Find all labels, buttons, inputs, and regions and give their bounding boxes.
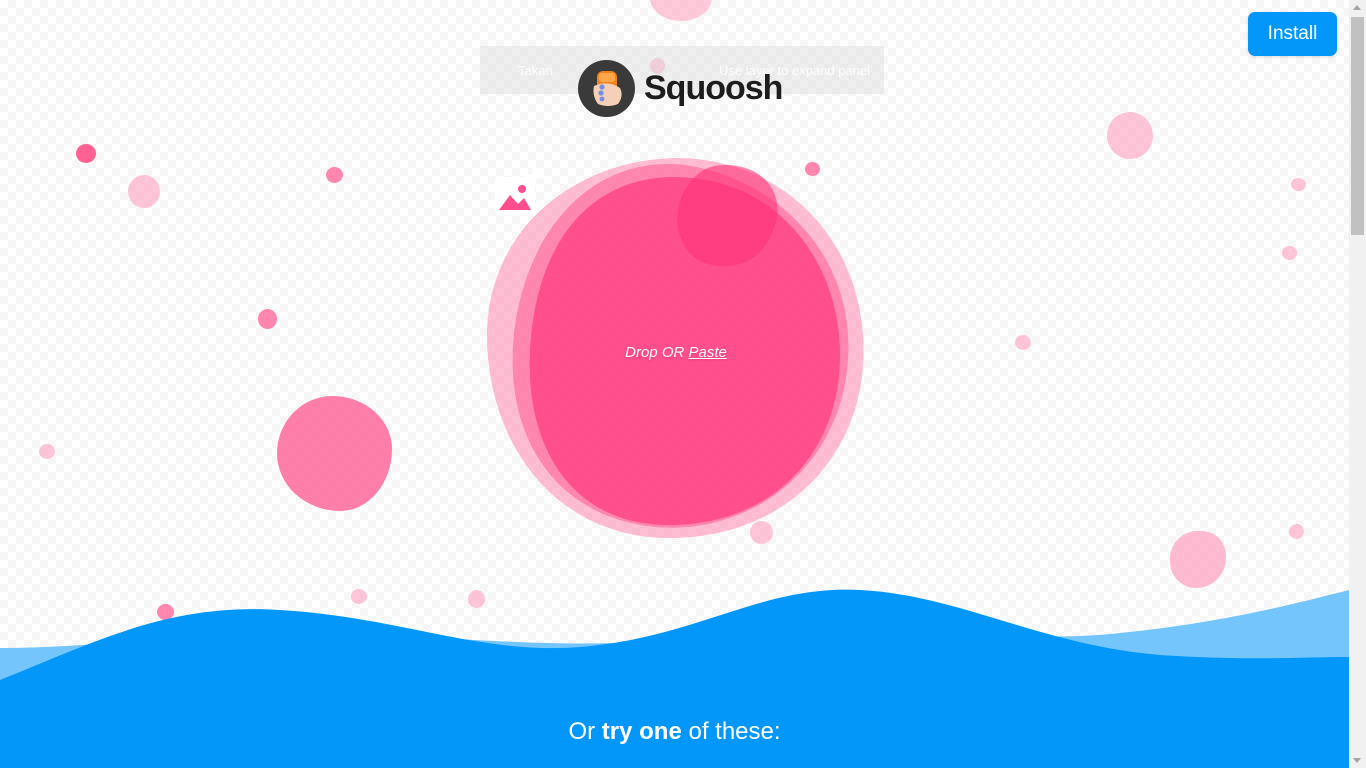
install-button[interactable]: Install bbox=[1248, 12, 1337, 56]
add-image-icon bbox=[495, 167, 544, 215]
decor-blob bbox=[258, 309, 277, 329]
decor-blob bbox=[1015, 335, 1031, 350]
scroll-down-arrow-icon[interactable] bbox=[1353, 758, 1361, 763]
page: Takan Use layer to expand panel Squoosh … bbox=[0, 0, 1349, 768]
decor-blob bbox=[326, 167, 343, 183]
heading-suffix: of these: bbox=[688, 718, 781, 745]
drop-zone[interactable]: Drop OR Paste bbox=[485, 155, 867, 540]
drop-label: Drop OR bbox=[625, 344, 685, 361]
decor-blob bbox=[1289, 524, 1304, 539]
decor-blob bbox=[1282, 246, 1297, 260]
paste-link[interactable]: Paste bbox=[689, 344, 727, 361]
squoosh-logo-icon bbox=[578, 60, 635, 117]
scrollbar-thumb[interactable] bbox=[1351, 17, 1364, 235]
drop-instructions: Drop OR Paste bbox=[625, 344, 727, 361]
drop-zone-content: Drop OR Paste bbox=[485, 155, 867, 540]
decor-blob bbox=[128, 175, 160, 208]
decor-blob bbox=[76, 144, 96, 163]
heading-prefix: Or bbox=[568, 718, 596, 745]
decor-blob bbox=[277, 396, 392, 511]
scroll-up-arrow-icon[interactable] bbox=[1353, 5, 1361, 10]
decor-blob bbox=[650, 0, 712, 21]
decor-blob bbox=[1107, 112, 1153, 159]
app-logo: Squoosh bbox=[578, 60, 783, 117]
demo-section-heading: Or try one of these: bbox=[0, 718, 1349, 746]
decor-blob bbox=[1291, 178, 1306, 191]
decor-blob bbox=[39, 444, 55, 459]
heading-bold: try one bbox=[601, 718, 682, 745]
app-title: Squoosh bbox=[644, 69, 783, 107]
vertical-scrollbar[interactable] bbox=[1349, 0, 1366, 768]
decor-blob bbox=[1170, 531, 1226, 588]
ghost-toolbar-left-text: Takan bbox=[518, 62, 553, 78]
